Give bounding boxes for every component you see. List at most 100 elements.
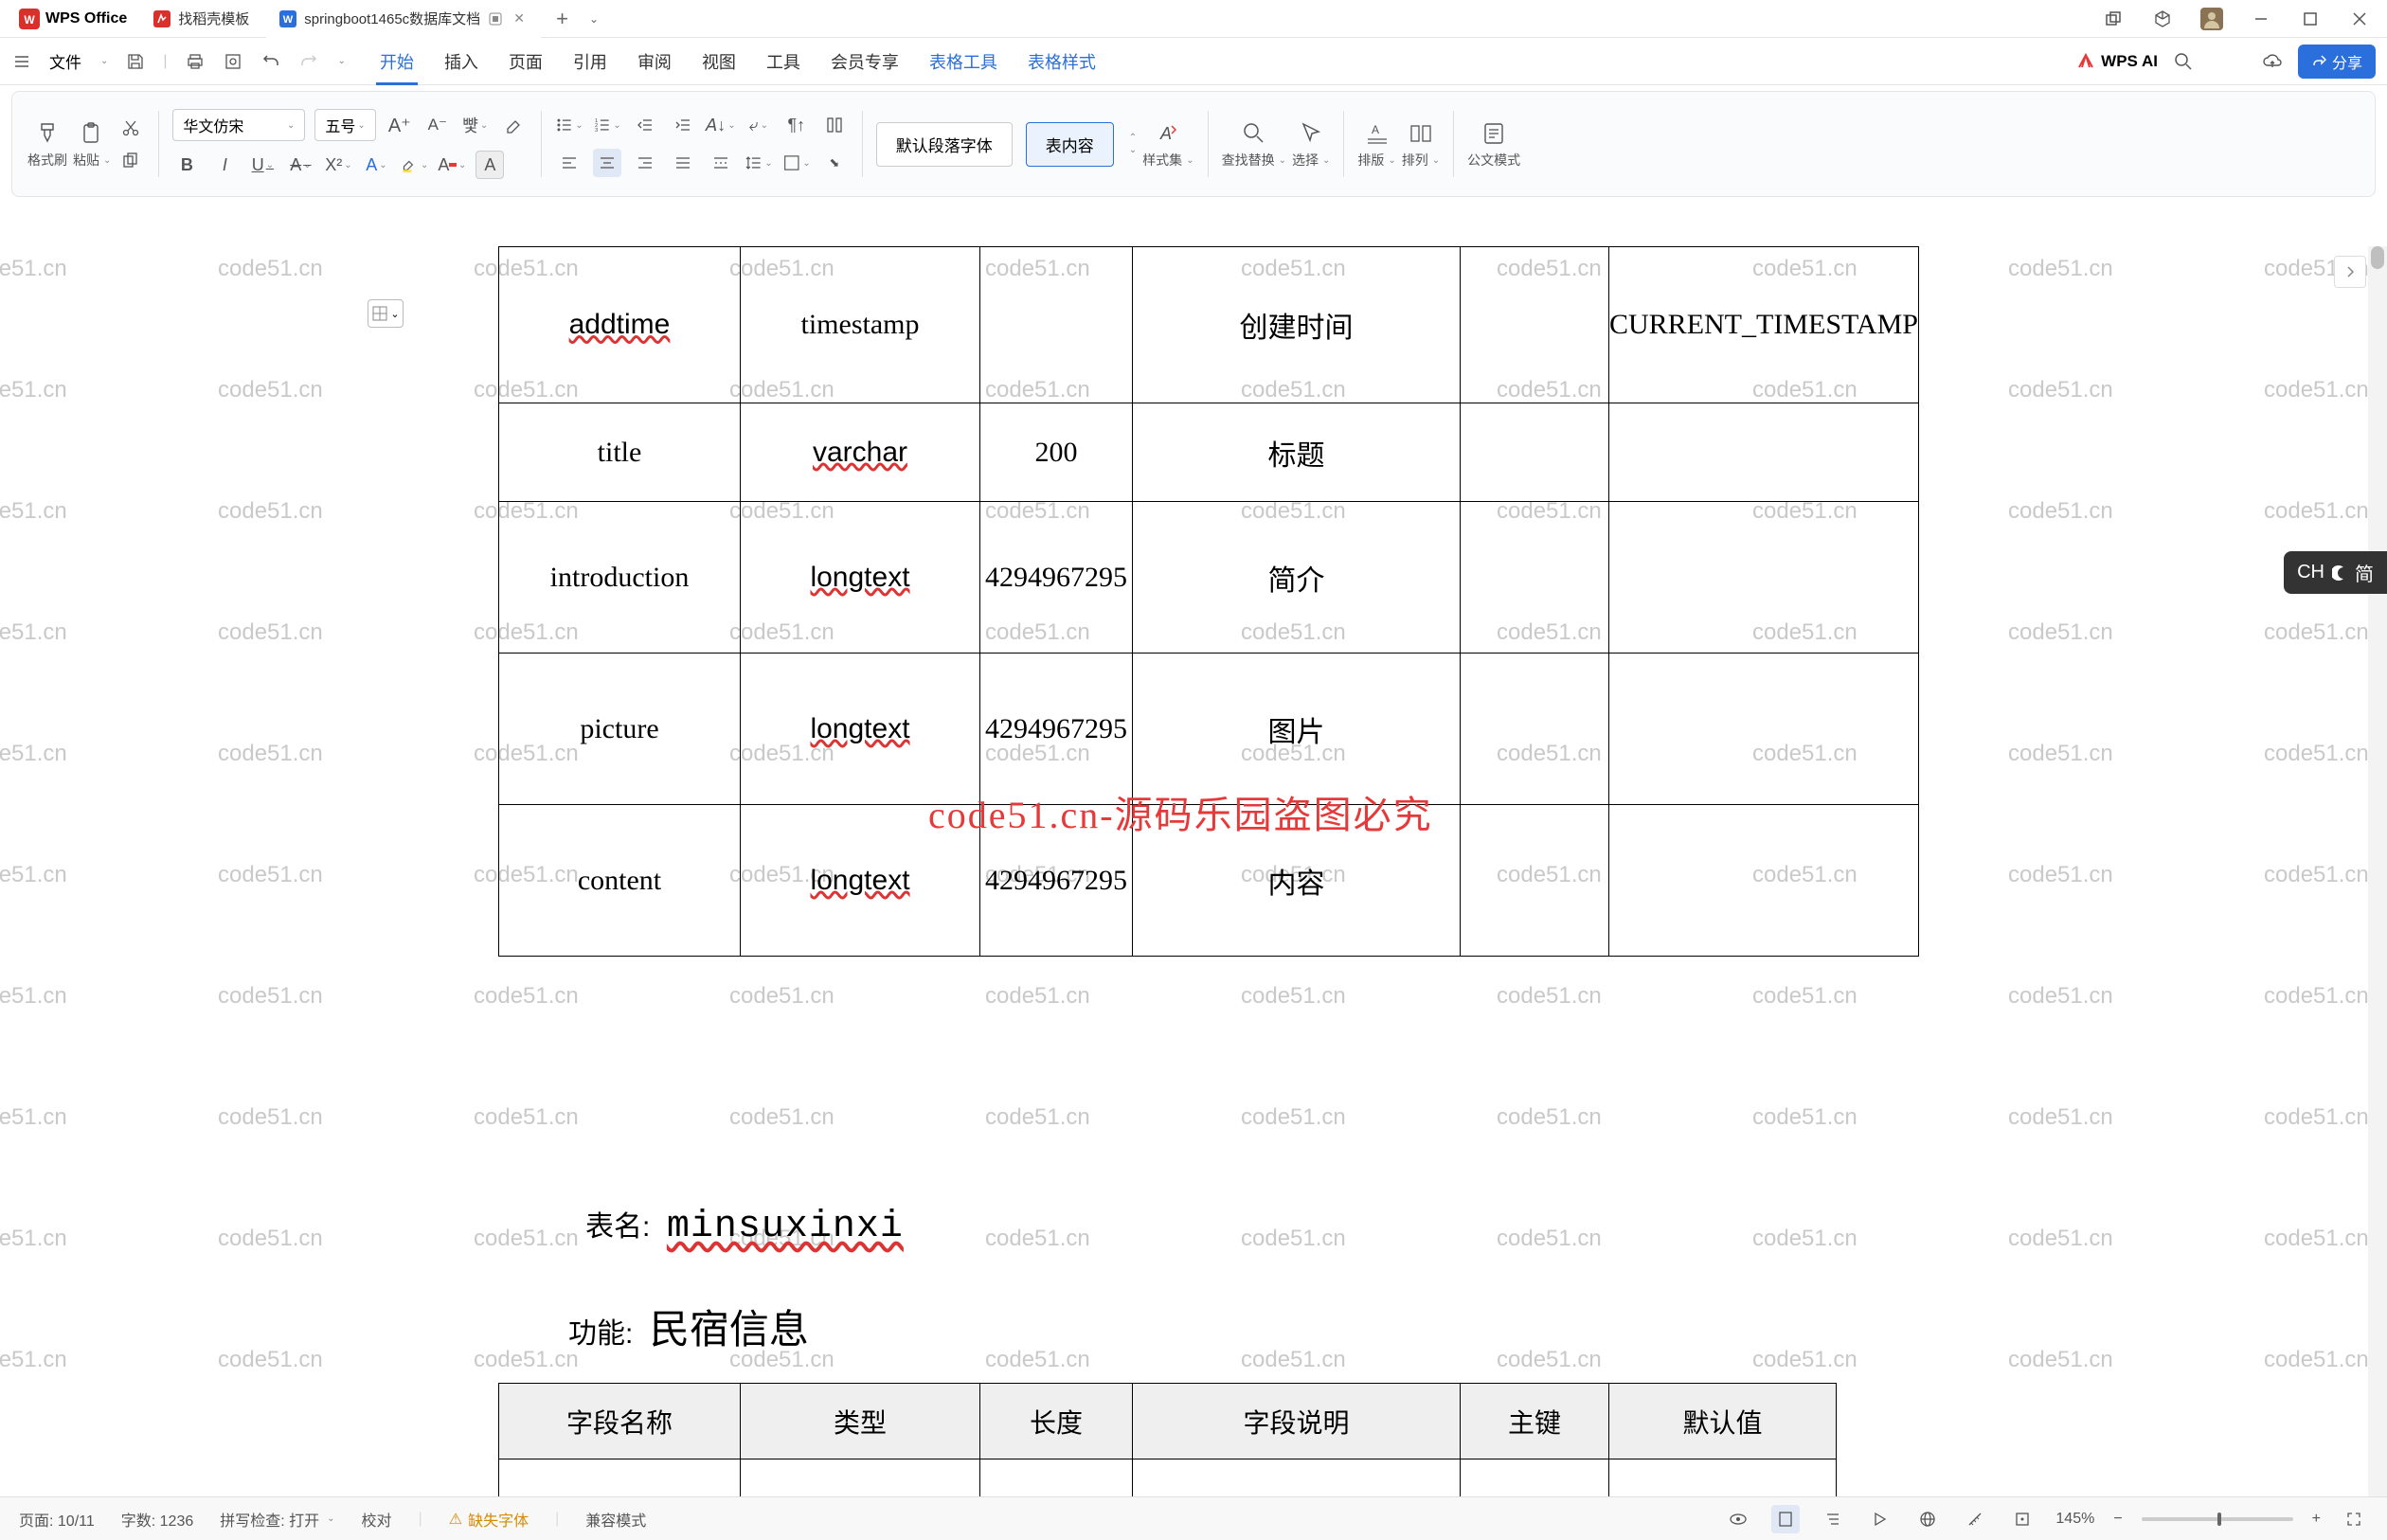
menu-tab-tabletools[interactable]: 表格工具 — [914, 38, 1013, 85]
para-dialog-icon[interactable]: ⬊ — [820, 149, 849, 177]
vertical-scrollbar[interactable] — [2368, 246, 2387, 1496]
font-effects-icon[interactable]: A⌄ — [362, 151, 390, 179]
border-icon[interactable]: ⌄ — [782, 149, 811, 177]
font-color-icon[interactable]: A⌄ — [438, 151, 466, 179]
view-eye-icon[interactable] — [1724, 1505, 1752, 1533]
line-break-icon[interactable]: ⤶⌄ — [745, 111, 773, 139]
underline-icon[interactable]: U⌄ — [248, 151, 277, 179]
align-left-icon[interactable] — [555, 149, 583, 177]
menu-tab-page[interactable]: 页面 — [494, 38, 558, 85]
save-icon[interactable] — [125, 51, 146, 72]
font-name-select[interactable]: 华文仿宋⌄ — [172, 109, 305, 141]
layout-rows-button[interactable]: A 排版⌄ — [1357, 118, 1395, 170]
copy-icon[interactable] — [117, 146, 145, 174]
view-page-icon[interactable] — [1771, 1505, 1800, 1533]
share-button[interactable]: 分享 — [2298, 45, 2376, 79]
distribute-icon[interactable] — [707, 149, 735, 177]
table-handle[interactable]: ⌄ — [368, 299, 404, 328]
strike-icon[interactable]: A⌄ — [286, 151, 314, 179]
view-ruler-icon[interactable] — [1961, 1505, 1989, 1533]
menu-tab-view[interactable]: 视图 — [687, 38, 751, 85]
data-table-2-header[interactable]: 字段名称 类型 长度 字段说明 主键 默认值 — [498, 1383, 1837, 1496]
status-missing-font[interactable]: ⚠ 缺失字体 — [449, 1508, 529, 1531]
cloud-icon[interactable] — [2262, 51, 2283, 72]
highlight-icon[interactable]: ⌄ — [400, 151, 428, 179]
file-menu[interactable]: 文件 — [49, 49, 81, 73]
preview-icon[interactable] — [223, 51, 243, 72]
clear-format-icon[interactable] — [499, 111, 528, 139]
maximize-button[interactable] — [2296, 5, 2324, 33]
text-direction-icon[interactable]: 𝘈↓⌄ — [707, 111, 735, 139]
print-icon[interactable] — [185, 51, 206, 72]
style-down-icon[interactable]: ⌄ — [1129, 145, 1137, 155]
ime-indicator[interactable]: CH 简 — [2284, 551, 2387, 594]
increase-font-icon[interactable]: A⁺ — [386, 111, 414, 139]
menu-tab-vip[interactable]: 会员专享 — [816, 38, 914, 85]
view-outline-icon[interactable] — [1819, 1505, 1847, 1533]
document-area[interactable]: code51.cncode51.cncode51.cncode51.cncode… — [0, 246, 2368, 1496]
zoom-in-icon[interactable]: + — [2312, 1511, 2321, 1528]
redo-icon[interactable] — [298, 51, 319, 72]
number-list-icon[interactable]: 123⌄ — [593, 111, 621, 139]
scrollbar-thumb[interactable] — [2371, 246, 2384, 269]
align-justify-icon[interactable] — [669, 149, 697, 177]
tab-close[interactable]: ✕ — [511, 10, 528, 27]
view-read-icon[interactable] — [1866, 1505, 1894, 1533]
menu-tab-review[interactable]: 审阅 — [622, 38, 687, 85]
data-table-1[interactable]: addtime timestamp 创建时间 CURRENT_TIMESTAMP… — [498, 246, 1919, 957]
italic-icon[interactable]: I — [210, 151, 239, 179]
style-default[interactable]: 默认段落字体 — [876, 122, 1013, 167]
pilcrow-icon[interactable]: ¶↑ — [782, 111, 811, 139]
increase-indent-icon[interactable] — [669, 111, 697, 139]
superscript-icon[interactable]: X²⌄ — [324, 151, 352, 179]
menu-tab-tablestyle[interactable]: 表格样式 — [1013, 38, 1111, 85]
close-button[interactable] — [2345, 5, 2374, 33]
line-spacing-icon[interactable]: ⌄ — [745, 149, 773, 177]
fullscreen-icon[interactable] — [2340, 1505, 2368, 1533]
search-icon[interactable] — [2173, 51, 2194, 72]
styles-button[interactable]: A 样式集⌄ — [1142, 118, 1194, 170]
menu-tab-home[interactable]: 开始 — [365, 38, 429, 85]
cut-icon[interactable] — [117, 114, 145, 142]
gongwen-mode-button[interactable]: 公文模式 — [1467, 118, 1520, 170]
zoom-out-icon[interactable]: − — [2113, 1511, 2122, 1528]
status-words[interactable]: 字数: 1236 — [121, 1508, 194, 1531]
zoom-slider[interactable] — [2142, 1517, 2293, 1521]
undo-icon[interactable] — [260, 51, 281, 72]
sidebar-expand-icon[interactable] — [2334, 256, 2366, 288]
style-content[interactable]: 表内容 — [1026, 122, 1114, 167]
status-proof[interactable]: 校对 — [362, 1508, 392, 1531]
decrease-indent-icon[interactable] — [631, 111, 659, 139]
minimize-button[interactable] — [2247, 5, 2275, 33]
status-spell[interactable]: 拼写检查: 打开⌄ — [220, 1508, 334, 1531]
tab-templates[interactable]: 找稻壳模板 — [140, 0, 262, 38]
view-fit-icon[interactable] — [2008, 1505, 2037, 1533]
avatar-icon[interactable] — [2198, 5, 2226, 33]
menu-hamburger-icon[interactable] — [11, 51, 32, 72]
change-case-icon[interactable]: 뺯⌄ — [461, 111, 490, 139]
tab-dropdown[interactable]: ⌄ — [583, 12, 604, 26]
align-right-icon[interactable] — [631, 149, 659, 177]
select-button[interactable]: 选择⌄ — [1292, 118, 1330, 170]
status-compat[interactable]: 兼容模式 — [585, 1508, 646, 1531]
wps-ai-button[interactable]: WPS AI — [2076, 52, 2158, 71]
find-replace-button[interactable]: 查找替换⌄ — [1222, 118, 1286, 170]
menu-tab-tools[interactable]: 工具 — [751, 38, 816, 85]
format-brush-button[interactable]: 格式刷 — [27, 118, 67, 170]
zoom-value[interactable]: 145% — [2055, 1511, 2094, 1528]
new-tab-button[interactable]: + — [545, 7, 580, 31]
view-web-icon[interactable] — [1913, 1505, 1942, 1533]
font-size-select[interactable]: 五号⌄ — [314, 109, 375, 141]
status-page[interactable]: 页面: 10/11 — [19, 1508, 95, 1531]
columns-icon[interactable] — [820, 111, 849, 139]
decrease-font-icon[interactable]: A⁻ — [423, 111, 452, 139]
menu-tab-insert[interactable]: 插入 — [429, 38, 494, 85]
paste-button[interactable]: 粘贴⌄ — [73, 118, 111, 170]
align-center-icon[interactable] — [593, 149, 621, 177]
tab-document[interactable]: W springboot1465c数据库文档 ✕ — [266, 0, 541, 38]
style-up-icon[interactable]: ⌃ — [1129, 133, 1137, 143]
bullet-list-icon[interactable]: ⌄ — [555, 111, 583, 139]
shading-icon[interactable]: A — [476, 151, 504, 179]
menu-tab-refs[interactable]: 引用 — [558, 38, 622, 85]
layout-cols-button[interactable]: 排列⌄ — [1402, 118, 1440, 170]
